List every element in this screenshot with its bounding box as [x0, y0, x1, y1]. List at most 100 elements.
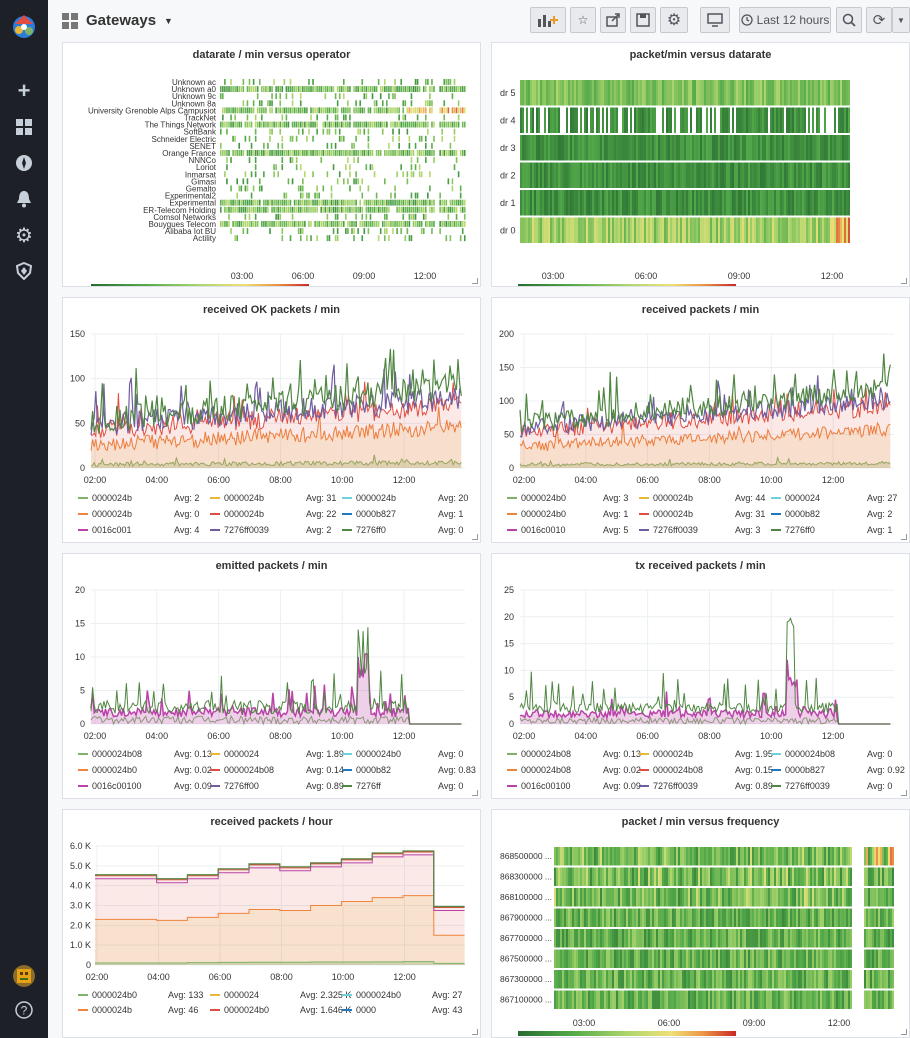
- heatmap-cell: [246, 121, 249, 128]
- settings-button[interactable]: ⚙: [660, 7, 688, 33]
- legend-series-name[interactable]: 0000024b08: [224, 765, 274, 775]
- legend-series-name[interactable]: 0000024b0: [356, 749, 401, 759]
- panel-6[interactable]: tx received packets / min 25 20 15 10 5 0 02:00…: [491, 553, 910, 799]
- legend-series-name[interactable]: 0016c001: [92, 525, 132, 535]
- tv-mode-button[interactable]: [700, 7, 730, 33]
- panel-7[interactable]: received packets / hour 6.0 K 5.0 K 4.0 K 3.…: [62, 809, 481, 1038]
- legend-series-name[interactable]: 0016c0010: [521, 525, 566, 535]
- legend-series-name[interactable]: 0000024b0: [356, 990, 401, 1000]
- panel-title[interactable]: received packets / min: [492, 304, 909, 316]
- legend-avg-value: Avg: 0.83: [438, 765, 476, 775]
- heatmap-cell: [712, 888, 714, 907]
- heatmap-cell: [244, 171, 247, 178]
- legend-series-name[interactable]: 7276ff0039: [224, 525, 269, 535]
- heatmap-cell: [818, 970, 820, 989]
- save-button[interactable]: [630, 7, 656, 33]
- panel-title[interactable]: packet/min versus datarate: [492, 49, 909, 61]
- legend-series-name[interactable]: 0000024b0: [92, 990, 137, 1000]
- legend-series-name[interactable]: 0000024b: [356, 493, 396, 503]
- heatmap-cell: [658, 867, 660, 886]
- zoom-out-button[interactable]: [836, 7, 862, 33]
- legend-series-name[interactable]: 7276ff00: [224, 781, 259, 791]
- heatmap-cell: [866, 929, 868, 948]
- heatmap-cell: [234, 107, 236, 114]
- legend-series-name[interactable]: 0016c00100: [521, 781, 571, 791]
- share-button[interactable]: [600, 7, 626, 33]
- legend-series-name[interactable]: 0000024b08: [653, 765, 703, 775]
- avatar-icon[interactable]: [13, 965, 35, 987]
- panel-title[interactable]: packet / min versus frequency: [492, 816, 909, 828]
- legend-series-name[interactable]: 7276ff: [356, 781, 381, 791]
- legend-series-name[interactable]: 0000024b: [653, 509, 693, 519]
- legend-series-name[interactable]: 0000024b08: [92, 749, 142, 759]
- legend-series-name[interactable]: 0000b82: [785, 509, 820, 519]
- grafana-logo-icon[interactable]: [10, 10, 38, 40]
- legend-series-name[interactable]: 0000: [356, 1005, 376, 1015]
- legend-series-name[interactable]: 0000024b0: [224, 1005, 269, 1015]
- legend-series-name[interactable]: 0000024b: [92, 1005, 132, 1015]
- panel-title[interactable]: received packets / hour: [63, 816, 480, 828]
- panel-3[interactable]: received OK packets / min 150 100 50 0 02:00 0…: [62, 297, 481, 543]
- legend-series-name[interactable]: 0000024b0: [521, 493, 566, 503]
- legend-series-name[interactable]: 0000024: [224, 749, 259, 759]
- heatmap-cell: [554, 217, 556, 243]
- heatmap-cell: [277, 121, 279, 128]
- legend-series-name[interactable]: 0000024b08: [785, 749, 835, 759]
- panel-title[interactable]: emitted packets / min: [63, 560, 480, 572]
- legend-series-name[interactable]: 7276ff0039: [785, 781, 830, 791]
- legend-series-name[interactable]: 7276ff0039: [653, 525, 698, 535]
- legend-series-name[interactable]: 7276ff0039: [653, 781, 698, 791]
- legend-series-name[interactable]: 0000024b: [653, 493, 693, 503]
- legend-series-name[interactable]: 0000b82: [356, 765, 391, 775]
- plus-icon[interactable]: +: [14, 80, 34, 102]
- help-icon[interactable]: ?: [14, 1000, 34, 1020]
- heatmap-cell: [676, 888, 678, 907]
- heatmap-cell: [690, 190, 692, 216]
- x-tick-label: 12:00: [822, 475, 845, 485]
- dashboard-picker[interactable]: Gateways ▼: [62, 12, 173, 29]
- bell-icon[interactable]: [14, 190, 34, 210]
- legend-series-name[interactable]: 0000024b: [92, 509, 132, 519]
- add-panel-button[interactable]: [530, 7, 566, 33]
- heatmap-cell: [776, 847, 778, 866]
- heatmap-cell: [806, 162, 808, 188]
- compass-icon[interactable]: [14, 154, 34, 174]
- heatmap-cell: [610, 847, 612, 866]
- panel-4[interactable]: received packets / min 200 150 100 50 0 02:00 0…: [491, 297, 910, 543]
- legend-series-name[interactable]: 0016c00100: [92, 781, 142, 791]
- legend-series-name[interactable]: 0000024b08: [521, 765, 571, 775]
- panel-5[interactable]: emitted packets / min 20 15 10 5 0 02:00 04:00 0…: [62, 553, 481, 799]
- legend-series-name[interactable]: 0000024b: [653, 749, 693, 759]
- legend-series-name[interactable]: 0000b827: [785, 765, 825, 775]
- heatmap-cell: [340, 150, 343, 156]
- legend-series-name[interactable]: 0000024b: [224, 509, 264, 519]
- star-button[interactable]: ☆: [570, 7, 596, 33]
- gear-icon[interactable]: ⚙: [14, 226, 34, 246]
- legend-series-name[interactable]: 0000b827: [356, 509, 396, 519]
- legend-series-name[interactable]: 7276ff0: [356, 525, 386, 535]
- heatmap-cell: [556, 162, 558, 188]
- panel-1[interactable]: datarate / min versus operator Unknown ac…: [62, 42, 481, 287]
- panel-title[interactable]: datarate / min versus operator: [63, 49, 480, 61]
- legend-series-name[interactable]: 0000024: [224, 990, 259, 1000]
- refresh-interval-dropdown[interactable]: ▼: [892, 7, 910, 33]
- legend-series-name[interactable]: 0000024b0: [92, 765, 137, 775]
- dashboards-icon[interactable]: [14, 118, 34, 138]
- shield-icon[interactable]: [14, 261, 34, 282]
- legend-series-name[interactable]: 0000024: [785, 493, 820, 503]
- legend-series-name[interactable]: 0000024b08: [521, 749, 571, 759]
- legend-series-name[interactable]: 7276ff0: [785, 525, 815, 535]
- panel-2[interactable]: packet/min versus datarate dr 5 dr 4 dr 3 dr…: [491, 42, 910, 287]
- heatmap-cell: [402, 213, 405, 220]
- time-picker-button[interactable]: Last 12 hours: [739, 7, 831, 33]
- legend-series-name[interactable]: 0000024b: [224, 493, 264, 503]
- panel-title[interactable]: received OK packets / min: [63, 304, 480, 316]
- legend-series-name[interactable]: 0000024b: [92, 493, 132, 503]
- grid-icon: [62, 12, 78, 29]
- panel-8[interactable]: packet / min versus frequency 868500000 .…: [491, 809, 910, 1038]
- legend-series-name[interactable]: 0000024b0: [521, 509, 566, 519]
- refresh-button[interactable]: ⟳: [866, 7, 892, 33]
- panel-title[interactable]: tx received packets / min: [492, 560, 909, 572]
- y-tick-label: 25: [504, 585, 514, 595]
- heatmap-cell: [340, 221, 343, 227]
